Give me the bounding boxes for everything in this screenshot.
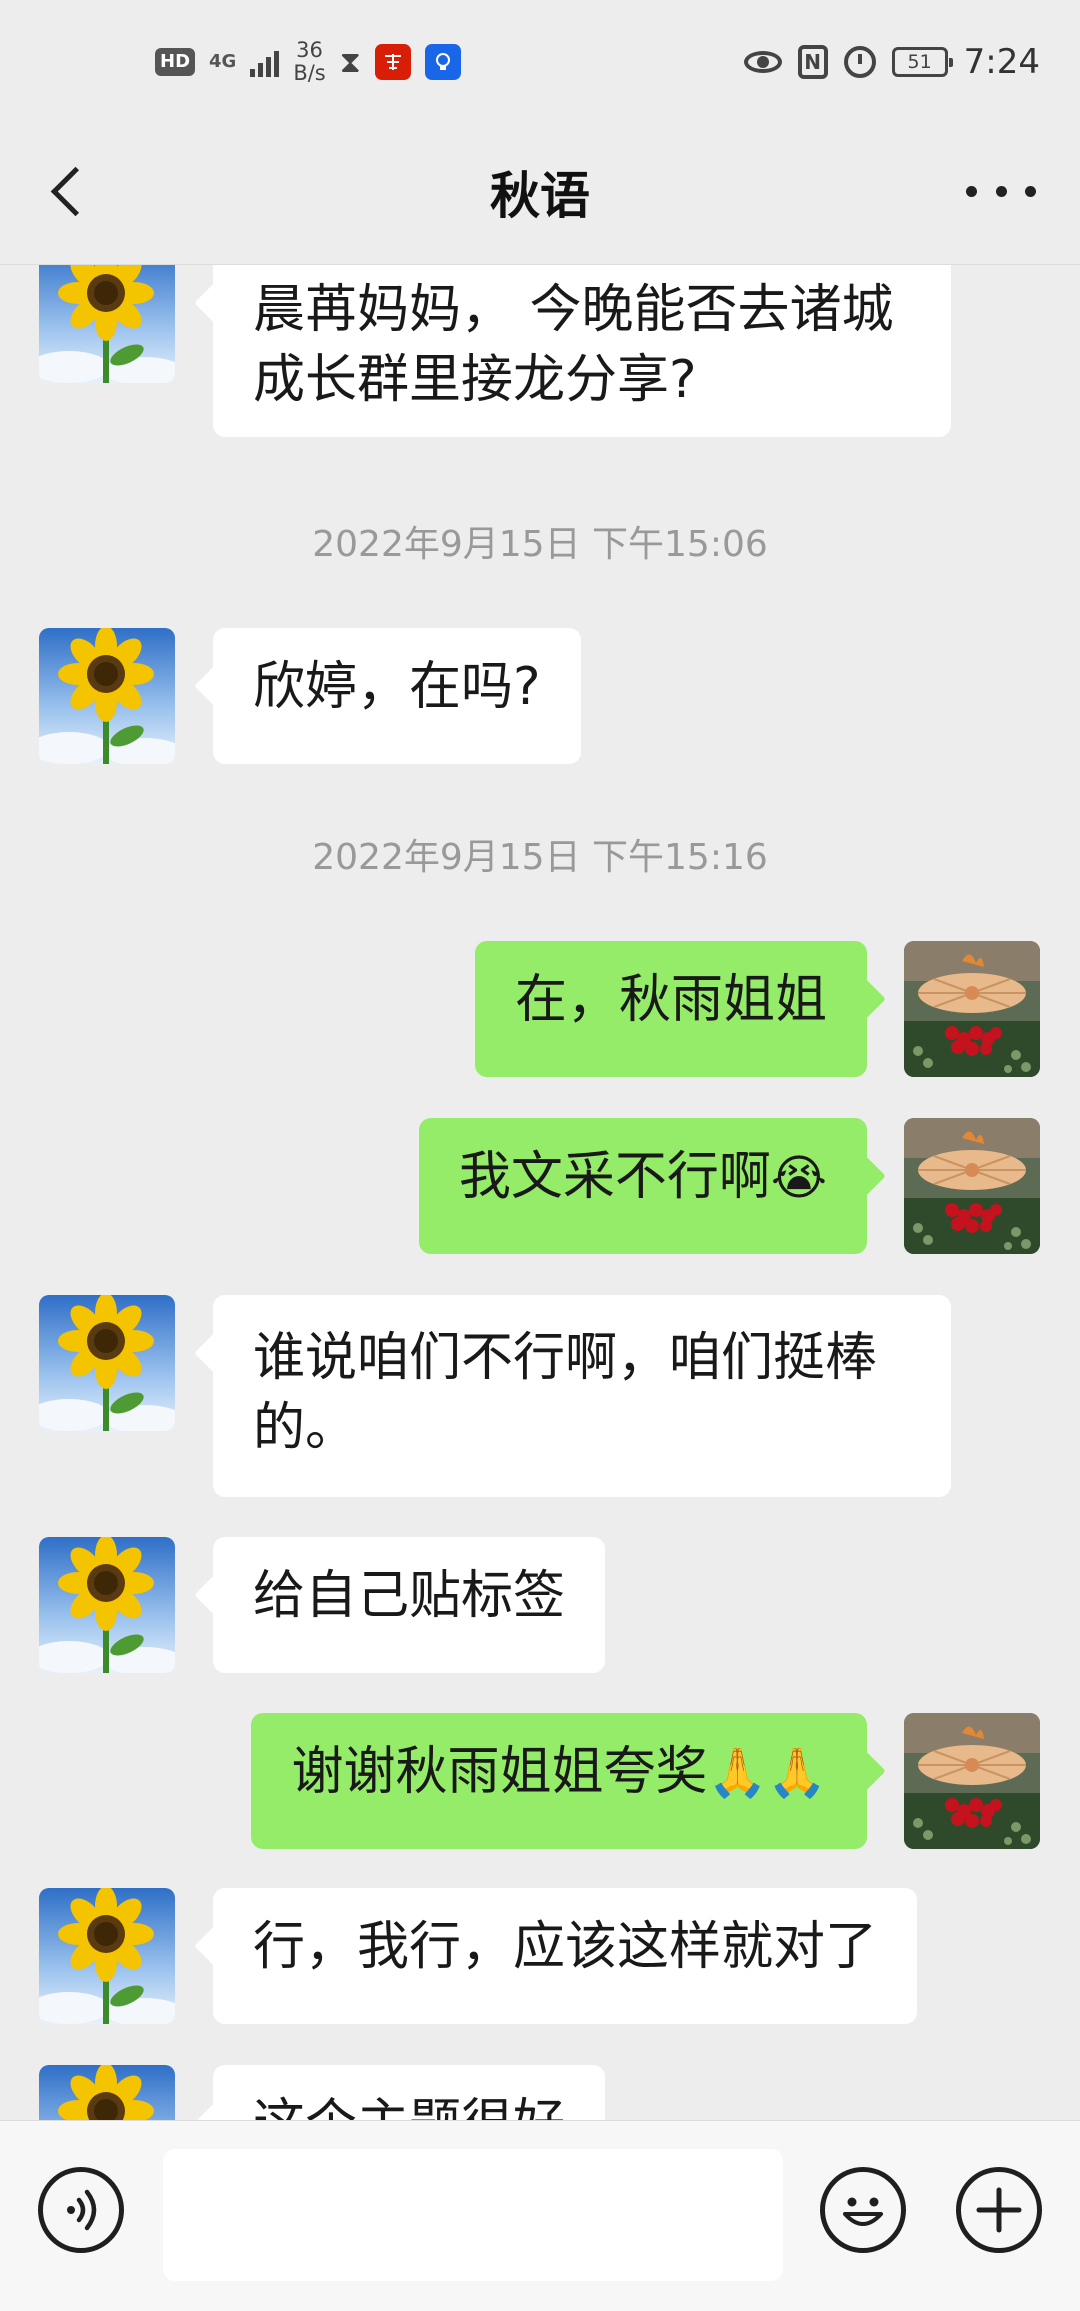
message-bubble[interactable]: 我文采不行啊😭 [418, 1118, 867, 1254]
contact-avatar[interactable] [39, 2065, 175, 2120]
contact-avatar[interactable] [39, 1537, 175, 1673]
my-avatar[interactable] [904, 1118, 1040, 1254]
hourglass-icon: ⧗ [339, 44, 361, 80]
voice-icon [67, 2189, 97, 2231]
network-speed-value: 36 [296, 38, 323, 62]
contact-avatar[interactable] [39, 1295, 175, 1431]
lightbulb-icon [424, 44, 461, 80]
voice-input-button[interactable] [38, 2167, 124, 2253]
chat-title: 秋语 [490, 167, 590, 225]
contact-avatar[interactable] [39, 628, 175, 764]
praying-hands-emoji-icon: 🙏🙏 [707, 1745, 827, 1801]
eye-comfort-icon [743, 51, 782, 73]
message-bubble[interactable]: 这个主题很好 [213, 2065, 606, 2120]
message-bubble[interactable]: 谁说咱们不行啊，咱们挺棒的。 [213, 1295, 951, 1497]
battery-level: 51 [907, 51, 932, 73]
battery-icon: 51 [891, 47, 953, 77]
message-list[interactable]: 晨苒妈妈， 今晚能否去诸城成长群里接龙分享? 2022年9月15日 下午15:0… [0, 265, 1080, 2120]
message-bubble[interactable]: 行，我行，应该这样就对了 [213, 1888, 918, 2024]
hd-voice-icon: HD [155, 48, 196, 76]
nfc-icon: N [797, 45, 828, 79]
alarm-icon [843, 46, 876, 78]
network-type: 4G [209, 51, 237, 72]
input-bar [0, 2120, 1080, 2311]
signal-strength-icon [250, 47, 280, 77]
plus-icon [976, 2187, 1022, 2233]
message-text: 谢谢秋雨姐姐夸奖 [291, 1742, 708, 1802]
contact-avatar[interactable] [39, 1888, 175, 2024]
chat-header: 秋语 [0, 118, 1080, 265]
my-avatar[interactable] [904, 1713, 1040, 1849]
message-bubble[interactable]: 欣婷，在吗? [213, 628, 581, 764]
my-avatar[interactable] [904, 941, 1040, 1077]
contact-avatar[interactable] [39, 265, 175, 383]
smiley-icon [843, 2197, 883, 2226]
crying-emoji-icon: 😭 [770, 1150, 827, 1206]
app-notification-icon [374, 44, 411, 80]
status-time: 7:24 [963, 42, 1040, 82]
message-bubble[interactable]: 晨苒妈妈， 今晚能否去诸城成长群里接龙分享? [213, 265, 951, 437]
more-functions-button[interactable] [956, 2167, 1042, 2253]
message-text: 我文采不行啊 [458, 1147, 771, 1207]
network-speed: 36 B/s [293, 39, 325, 85]
message-input[interactable] [163, 2149, 783, 2281]
timestamp: 2022年9月15日 下午15:06 [312, 524, 768, 565]
emoji-button[interactable] [820, 2167, 906, 2253]
message-bubble[interactable]: 给自己贴标签 [213, 1537, 606, 1673]
message-bubble[interactable]: 在，秋雨姐姐 [474, 941, 867, 1077]
more-options-button[interactable] [966, 168, 1036, 214]
network-speed-unit: B/s [293, 61, 326, 85]
message-bubble[interactable]: 谢谢秋雨姐姐夸奖🙏🙏 [251, 1713, 867, 1849]
status-bar: HD 4G 36 B/s ⧗ N 51 7:24 [0, 0, 1080, 118]
timestamp: 2022年9月15日 下午15:16 [312, 837, 768, 878]
